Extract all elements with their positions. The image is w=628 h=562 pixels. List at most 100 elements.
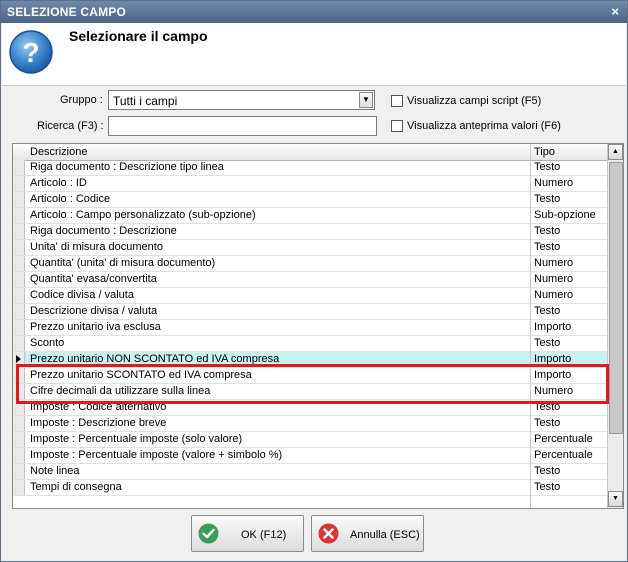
cell-description: Articolo : ID	[30, 177, 87, 189]
row-indicator[interactable]	[13, 432, 25, 447]
svg-text:?: ?	[22, 37, 39, 68]
cell-type: Testo	[534, 401, 561, 413]
table-row[interactable]: Codice divisa / valuta Numero	[13, 288, 607, 304]
cell-type: Testo	[534, 241, 561, 253]
table-row[interactable]: Tempi di consegna Testo	[13, 480, 607, 496]
scroll-up-icon[interactable]: ▲	[608, 144, 623, 160]
ok-button-label: OK (F12)	[241, 529, 287, 541]
cell-description: Imposte : Codice alternativo	[30, 401, 167, 413]
cell-type: Importo	[534, 369, 572, 381]
script-fields-checkbox[interactable]	[391, 95, 403, 107]
table-row[interactable]: Quantita' evasa/convertita Numero	[13, 272, 607, 288]
group-label: Gruppo :	[60, 94, 103, 106]
chevron-down-icon[interactable]: ▼	[359, 92, 373, 108]
cell-type: Numero	[534, 177, 574, 189]
table-row[interactable]: Prezzo unitario NON SCONTATO ed IVA comp…	[13, 352, 607, 368]
row-indicator[interactable]	[13, 336, 25, 351]
fields-grid[interactable]: Descrizione Tipo Riga documento : Descri…	[12, 143, 624, 509]
cell-description: Prezzo unitario iva esclusa	[30, 321, 161, 333]
row-indicator[interactable]	[13, 352, 25, 367]
row-indicator[interactable]	[13, 480, 25, 495]
table-row[interactable]: Imposte : Descrizione breve Testo	[13, 416, 607, 432]
row-indicator[interactable]	[13, 224, 25, 239]
cell-type: Testo	[534, 193, 561, 205]
table-row[interactable]: Note linea Testo	[13, 464, 607, 480]
table-row[interactable]: Articolo : ID Numero	[13, 176, 607, 192]
cell-description: Articolo : Codice	[30, 193, 111, 205]
cell-type: Percentuale	[534, 433, 593, 445]
cell-description: Imposte : Percentuale imposte (valore + …	[30, 449, 283, 461]
table-row[interactable]: Descrizione divisa / valuta Testo	[13, 304, 607, 320]
table-row[interactable]: Quantita' (unita' di misura documento) Nu…	[13, 256, 607, 272]
cell-description: Articolo : Campo personalizzato (sub-opz…	[30, 209, 256, 221]
cell-description: Prezzo unitario SCONTATO ed IVA compresa	[30, 369, 252, 381]
table-row[interactable]: Prezzo unitario SCONTATO ed IVA compresa…	[13, 368, 607, 384]
row-indicator[interactable]	[13, 160, 25, 175]
table-row[interactable]: Imposte : Percentuale imposte (solo valo…	[13, 432, 607, 448]
row-indicator[interactable]	[13, 240, 25, 255]
search-input[interactable]	[108, 116, 377, 136]
vertical-scrollbar[interactable]: ▲ ▼	[607, 144, 623, 508]
cancel-button[interactable]: Annulla (ESC)	[311, 515, 424, 552]
row-indicator[interactable]	[13, 320, 25, 335]
cell-type: Testo	[534, 481, 561, 493]
row-pointer-icon	[16, 355, 21, 363]
cell-description: Codice divisa / valuta	[30, 289, 134, 301]
dialog-window: SELEZIONE CAMPO × ? Selezionare il campo…	[0, 0, 628, 562]
row-indicator[interactable]	[13, 176, 25, 191]
table-row[interactable]: Imposte : Percentuale imposte (valore + …	[13, 448, 607, 464]
row-indicator[interactable]	[13, 384, 25, 399]
scroll-down-icon[interactable]: ▼	[608, 491, 623, 507]
dialog-header: ? Selezionare il campo	[2, 23, 626, 86]
table-row[interactable]: Unita' di misura documento Testo	[13, 240, 607, 256]
cell-description: Imposte : Descrizione breve	[30, 417, 167, 429]
group-select[interactable]: Tutti i campi ▼	[108, 90, 375, 110]
row-indicator[interactable]	[13, 448, 25, 463]
row-indicator[interactable]	[13, 192, 25, 207]
table-row[interactable]: Riga documento : Descrizione Testo	[13, 224, 607, 240]
row-indicator[interactable]	[13, 288, 25, 303]
cancel-icon	[318, 523, 339, 544]
column-divider	[530, 144, 531, 508]
table-row[interactable]: Articolo : Campo personalizzato (sub-opz…	[13, 208, 607, 224]
column-header-type[interactable]: Tipo	[534, 146, 555, 158]
row-indicator[interactable]	[13, 208, 25, 223]
table-row[interactable]: Cifre decimali da utilizzare sulla linea…	[13, 384, 607, 400]
question-icon: ?	[9, 30, 53, 74]
cell-type: Importo	[534, 321, 572, 333]
cell-type: Testo	[534, 305, 561, 317]
table-row[interactable]: Sconto Testo	[13, 336, 607, 352]
cell-description: Sconto	[30, 337, 65, 349]
scrollbar-thumb[interactable]	[609, 162, 623, 434]
table-row[interactable]: Articolo : Codice Testo	[13, 192, 607, 208]
row-indicator[interactable]	[13, 256, 25, 271]
table-row[interactable]: Imposte : Codice alternativo Testo	[13, 400, 607, 416]
preview-values-label: Visualizza anteprima valori (F6)	[407, 120, 561, 132]
row-indicator[interactable]	[13, 464, 25, 479]
row-indicator[interactable]	[13, 272, 25, 287]
cell-description: Cifre decimali da utilizzare sulla linea	[30, 385, 211, 397]
cell-description: Quantita' (unita' di misura documento)	[30, 257, 216, 269]
table-row[interactable]: Riga documento : Descrizione tipo linea T…	[13, 160, 607, 176]
ok-button[interactable]: OK (F12)	[191, 515, 304, 552]
close-icon[interactable]: ×	[611, 4, 619, 19]
title-bar[interactable]: SELEZIONE CAMPO ×	[1, 1, 627, 23]
cell-type: Testo	[534, 337, 561, 349]
cell-type: Testo	[534, 417, 561, 429]
cell-type: Numero	[534, 273, 574, 285]
preview-values-checkbox[interactable]	[391, 120, 403, 132]
window-title: SELEZIONE CAMPO	[7, 5, 127, 19]
cell-description: Note linea	[30, 465, 80, 477]
cell-type: Sub-opzione	[534, 209, 596, 221]
search-label: Ricerca (F3) :	[37, 120, 104, 132]
cell-type: Numero	[534, 257, 574, 269]
cell-type: Numero	[534, 385, 574, 397]
cell-description: Riga documento : Descrizione tipo linea	[30, 161, 224, 173]
row-indicator[interactable]	[13, 368, 25, 383]
table-row[interactable]: Prezzo unitario iva esclusa Importo	[13, 320, 607, 336]
column-header-description[interactable]: Descrizione	[30, 146, 87, 158]
row-indicator[interactable]	[13, 416, 25, 431]
row-indicator[interactable]	[13, 304, 25, 319]
cell-description: Riga documento : Descrizione	[30, 225, 177, 237]
row-indicator[interactable]	[13, 400, 25, 415]
